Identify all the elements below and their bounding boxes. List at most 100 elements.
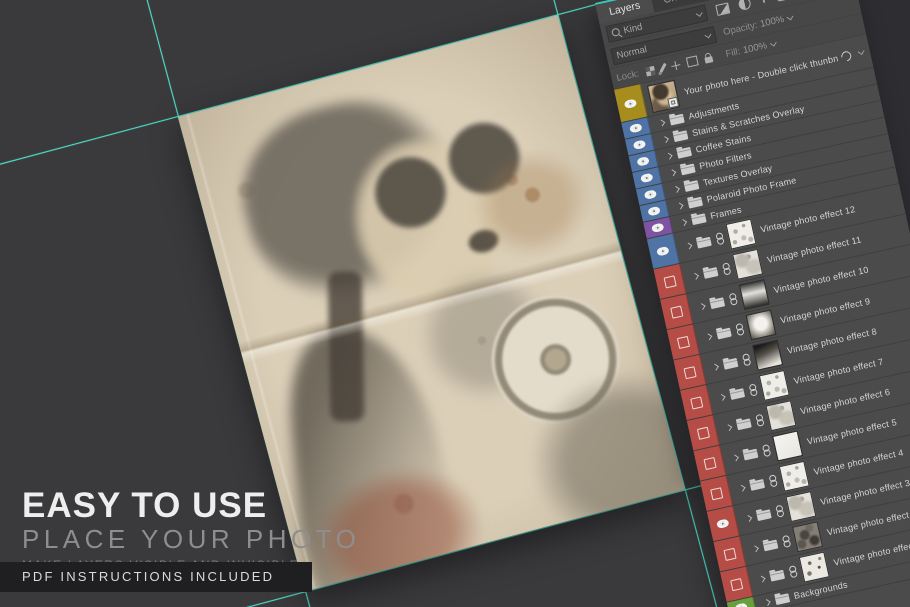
folder-icon: [687, 196, 703, 208]
mask-thumbnail[interactable]: [739, 279, 770, 310]
mask-link-icon[interactable]: [748, 383, 758, 396]
mask-link-icon[interactable]: [728, 293, 738, 306]
expand-arrow-icon[interactable]: [699, 303, 706, 310]
expand-arrow-icon[interactable]: [705, 333, 712, 340]
expand-arrow-icon[interactable]: [662, 136, 669, 143]
mask-link-icon[interactable]: [734, 323, 744, 336]
eye-icon: [629, 123, 642, 133]
hidden-layer-box-icon: [676, 335, 689, 348]
lock-artboard-icon[interactable]: [686, 55, 699, 67]
photo-face-shape: [334, 119, 523, 322]
expand-arrow-icon[interactable]: [692, 272, 699, 279]
photo-neck-shadow: [411, 262, 558, 409]
mask-thumbnail[interactable]: [779, 461, 810, 492]
expand-arrow-icon[interactable]: [732, 454, 739, 461]
mask-link-icon[interactable]: [768, 474, 778, 487]
opacity-label: Opacity:: [722, 19, 758, 37]
pdf-instructions-bar: PDF INSTRUCTIONS INCLUDED: [0, 562, 312, 592]
folder-icon: [756, 509, 772, 521]
caption-block: EASY TO USE PLACE YOUR PHOTO MAKE LAYERS…: [22, 487, 360, 572]
chevron-down-icon[interactable]: [858, 48, 865, 55]
hidden-layer-box-icon: [703, 457, 716, 470]
expand-arrow-icon[interactable]: [712, 363, 719, 370]
hidden-layer-box-icon: [710, 487, 723, 500]
folder-icon: [669, 113, 685, 125]
folder-icon: [680, 163, 696, 175]
mask-thumbnail[interactable]: [752, 340, 783, 371]
mask-link-icon[interactable]: [774, 505, 784, 518]
folder-icon: [696, 236, 712, 248]
shape-layers-filter-icon[interactable]: [776, 0, 790, 2]
expand-arrow-icon[interactable]: [685, 242, 692, 249]
fill-value[interactable]: 100%: [742, 40, 768, 56]
folder-icon: [703, 267, 719, 279]
folder-icon: [709, 297, 725, 309]
opacity-value[interactable]: 100%: [759, 13, 785, 29]
mask-thumbnail[interactable]: [792, 521, 823, 552]
fill-label: Fill:: [725, 46, 742, 60]
hidden-layer-box-icon: [670, 305, 683, 318]
mask-link-icon[interactable]: [781, 535, 791, 548]
eye-icon: [636, 156, 649, 166]
mask-link-icon[interactable]: [788, 565, 798, 578]
mask-link-icon[interactable]: [741, 353, 751, 366]
expand-arrow-icon[interactable]: [673, 185, 680, 192]
lock-position-icon[interactable]: [670, 60, 681, 71]
folder-icon: [769, 569, 785, 581]
eye-icon: [656, 246, 669, 256]
folder-icon: [716, 327, 732, 339]
layer-row-end: [836, 47, 865, 63]
hidden-layer-box-icon: [663, 275, 676, 288]
lock-pixels-icon[interactable]: [659, 63, 666, 73]
expand-arrow-icon[interactable]: [669, 169, 676, 176]
mask-thumbnail[interactable]: [726, 219, 757, 250]
adjustment-layers-filter-icon[interactable]: [738, 0, 752, 11]
mask-thumbnail[interactable]: [799, 552, 830, 583]
type-layers-filter-icon[interactable]: T: [759, 0, 768, 5]
mask-thumbnail[interactable]: [765, 400, 796, 431]
layers-panel-wrapper: Layers Channels Kind T Normal Opacity: 1…: [595, 0, 910, 607]
folder-icon: [723, 357, 739, 369]
expand-arrow-icon[interactable]: [719, 393, 726, 400]
mask-link-icon[interactable]: [754, 414, 764, 427]
search-icon: [611, 27, 621, 37]
lock-all-icon[interactable]: [704, 56, 713, 64]
expand-arrow-icon[interactable]: [677, 202, 684, 209]
expand-arrow-icon[interactable]: [680, 219, 687, 226]
lock-transparency-icon[interactable]: [645, 65, 656, 76]
expand-arrow-icon[interactable]: [764, 599, 771, 606]
eye-icon: [647, 206, 660, 216]
mask-thumbnail[interactable]: [745, 309, 776, 340]
chevron-down-icon[interactable]: [787, 13, 794, 20]
eye-icon: [716, 519, 729, 529]
folder-icon: [676, 146, 692, 158]
expand-arrow-icon[interactable]: [759, 575, 766, 582]
mask-thumbnail[interactable]: [759, 370, 790, 401]
photo-sunglasses-right-lens: [439, 113, 530, 204]
photo-sunglasses-left-lens: [365, 147, 456, 238]
folder-icon: [774, 593, 790, 605]
expand-arrow-icon[interactable]: [725, 424, 732, 431]
expand-arrow-icon[interactable]: [752, 545, 759, 552]
pixel-layers-filter-icon[interactable]: [715, 2, 730, 16]
smart-object-badge-icon: [667, 96, 679, 108]
expand-arrow-icon[interactable]: [745, 515, 752, 522]
expand-arrow-icon[interactable]: [666, 152, 673, 159]
expand-arrow-icon[interactable]: [658, 119, 665, 126]
photo-stain-gray: [513, 351, 685, 564]
hidden-layer-box-icon: [723, 547, 736, 560]
mask-link-icon[interactable]: [714, 232, 724, 245]
circle-badge-icon[interactable]: [839, 49, 853, 63]
folder-icon: [743, 448, 759, 460]
mask-thumbnail[interactable]: [772, 430, 803, 461]
layer-thumbnail[interactable]: [647, 79, 680, 112]
chevron-down-icon[interactable]: [770, 39, 777, 46]
expand-arrow-icon[interactable]: [739, 484, 746, 491]
folder-icon: [729, 388, 745, 400]
mask-thumbnail[interactable]: [785, 491, 816, 522]
hidden-layer-box-icon: [683, 366, 696, 379]
mask-thumbnail[interactable]: [732, 249, 763, 280]
mask-link-icon[interactable]: [761, 444, 771, 457]
mask-link-icon[interactable]: [721, 262, 731, 275]
folder-icon: [736, 418, 752, 430]
